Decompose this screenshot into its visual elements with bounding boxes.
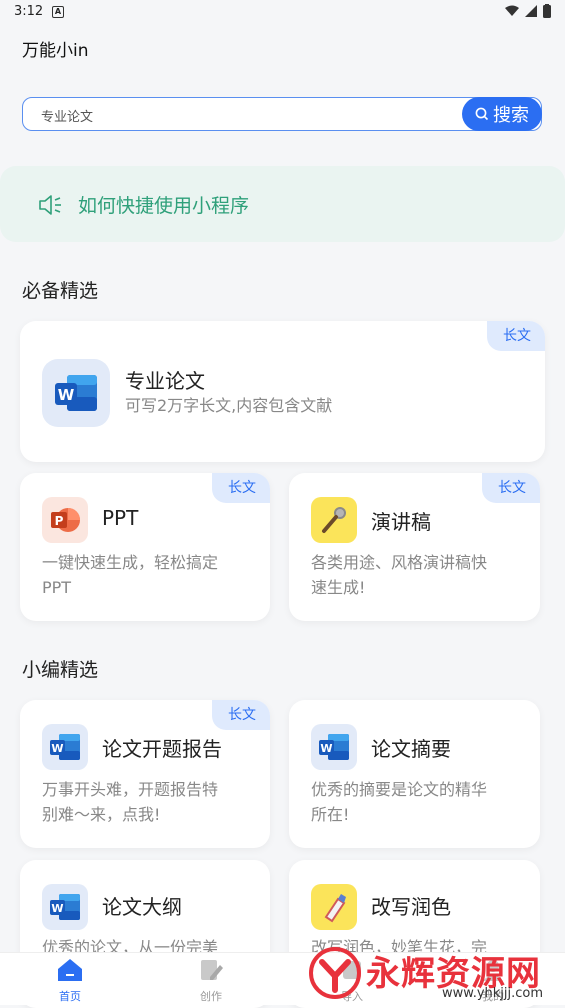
tab-create[interactable]: 创作	[181, 957, 241, 1004]
brush-icon	[311, 884, 357, 930]
card-desc-line2: 别难～来，点我!	[42, 805, 161, 824]
status-bar: 3:12 A	[0, 0, 565, 24]
word-icon: W	[42, 359, 110, 427]
card-desc-line1: 优秀的摘要是论文的精华	[311, 780, 488, 799]
card-title: 论文开题报告	[102, 737, 222, 761]
word-icon: W	[311, 724, 357, 770]
microphone-icon	[311, 497, 357, 543]
card-speech[interactable]: 长文 演讲稿 各类用途、风格演讲稿快 速生成!	[289, 473, 540, 621]
card-title: PPT	[102, 506, 139, 530]
svg-text:W: W	[51, 742, 63, 755]
tab-label: 创作	[200, 990, 222, 1003]
card-title: 论文大纲	[102, 895, 182, 919]
long-text-tag: 长文	[212, 473, 270, 503]
signal-icon	[525, 5, 537, 17]
section-title-essential: 必备精选	[22, 280, 99, 302]
search-input[interactable]: 专业论文	[41, 106, 93, 125]
card-thesis[interactable]: 长文 W 专业论文 可写2万字长文,内容包含文献	[20, 321, 545, 462]
card-desc: 可写2万字长文,内容包含文献	[125, 396, 333, 415]
status-time: 3:12	[14, 4, 44, 19]
svg-text:W: W	[51, 902, 63, 915]
tab-label: 首页	[59, 990, 81, 1003]
word-icon: W	[42, 884, 88, 930]
watermark-url: www.yhkjjj.com	[442, 986, 544, 1001]
search-bar[interactable]: 专业论文 搜索	[22, 97, 542, 131]
search-button-label: 搜索	[493, 105, 529, 126]
section-title-editor: 小编精选	[22, 659, 99, 681]
powerpoint-icon: P	[42, 497, 88, 543]
card-title: 论文摘要	[371, 737, 451, 761]
card-desc-line2: 所在!	[311, 805, 350, 824]
card-desc-line2: PPT	[42, 578, 72, 597]
card-ppt[interactable]: 长文 P PPT 一键快速生成，轻松搞定 PPT	[20, 473, 270, 621]
speaker-icon	[39, 195, 61, 215]
watermark-logo-icon	[309, 947, 361, 999]
home-icon	[58, 959, 82, 981]
notification-icon: A	[52, 6, 64, 18]
app-title: 万能小in	[22, 41, 89, 61]
tab-home[interactable]: 首页	[40, 957, 100, 1004]
wifi-icon	[505, 5, 519, 16]
card-title: 演讲稿	[371, 510, 431, 534]
card-desc-line1: 各类用途、风格演讲稿快	[311, 553, 488, 572]
long-text-tag: 长文	[482, 473, 540, 503]
card-title: 改写润色	[371, 895, 451, 919]
notice-banner[interactable]: 如何快捷使用小程序	[0, 166, 565, 242]
search-icon	[475, 107, 489, 121]
svg-text:W: W	[58, 386, 75, 404]
svg-text:P: P	[55, 514, 64, 528]
card-desc-line1: 一键快速生成，轻松搞定	[42, 553, 219, 572]
watermark: 永辉资源网 www.yhkjjj.com	[308, 946, 560, 1002]
card-abstract[interactable]: W 论文摘要 优秀的摘要是论文的精华 所在!	[289, 700, 540, 848]
battery-icon	[543, 4, 551, 18]
system-icons	[505, 4, 551, 18]
edit-icon	[201, 960, 223, 980]
search-button[interactable]: 搜索	[462, 97, 542, 131]
card-proposal[interactable]: 长文 W 论文开题报告 万事开头难，开题报告特 别难～来，点我!	[20, 700, 270, 848]
card-desc-line1: 万事开头难，开题报告特	[42, 780, 219, 799]
svg-text:W: W	[320, 742, 332, 755]
long-text-tag: 长文	[487, 321, 545, 351]
word-icon: W	[42, 724, 88, 770]
long-text-tag: 长文	[212, 700, 270, 730]
card-title: 专业论文	[125, 369, 205, 393]
card-desc-line2: 速生成!	[311, 578, 366, 597]
notice-text: 如何快捷使用小程序	[78, 195, 250, 217]
